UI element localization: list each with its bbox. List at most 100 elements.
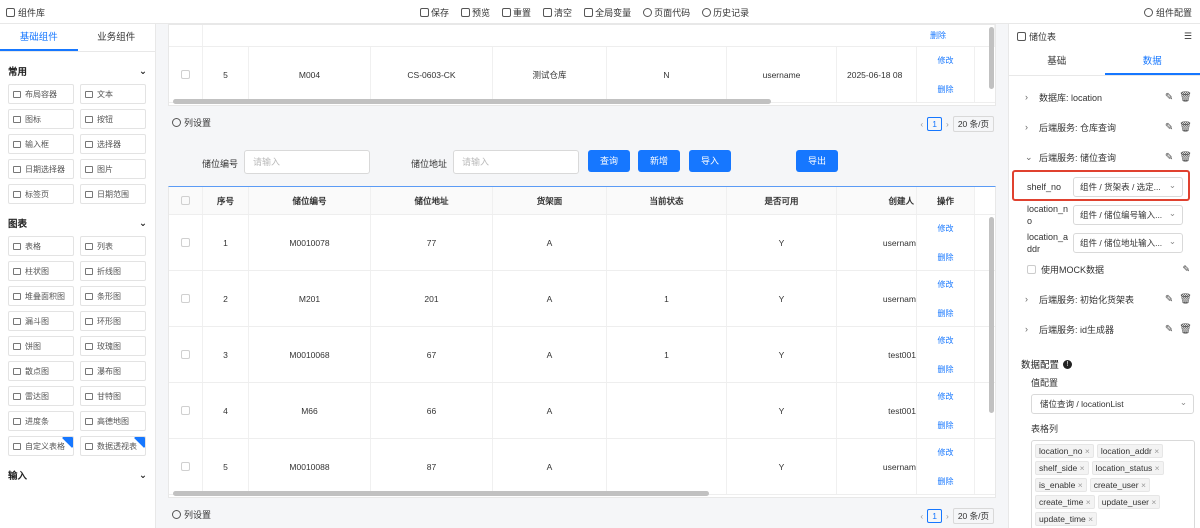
component-item[interactable]: 布局容器 bbox=[8, 84, 74, 104]
column-tag[interactable]: is_enable bbox=[1035, 478, 1087, 492]
component-item[interactable]: 数据透视表 bbox=[80, 436, 146, 456]
column-tags[interactable]: location_nolocation_addr shelf_sidelocati… bbox=[1031, 440, 1195, 528]
location-code-input[interactable]: 请输入 bbox=[244, 150, 370, 174]
row-checkbox[interactable] bbox=[181, 406, 190, 415]
preview-button[interactable]: 预览 bbox=[461, 6, 490, 19]
component-item[interactable]: 条形图 bbox=[80, 286, 146, 306]
edit-link[interactable]: 修改 bbox=[938, 279, 954, 290]
edit-icon[interactable]: ✎ bbox=[1165, 324, 1173, 335]
component-item[interactable]: 输入框 bbox=[8, 134, 74, 154]
page-code-button[interactable]: 页面代码 bbox=[643, 6, 690, 19]
column-settings-button[interactable]: 列设置 bbox=[172, 508, 211, 521]
location-addr-input[interactable]: 请输入 bbox=[453, 150, 579, 174]
datasource-item[interactable]: › 数据库: location ✎ 🗑 bbox=[1009, 82, 1200, 112]
edit-icon[interactable]: ✎ bbox=[1165, 152, 1173, 163]
import-button[interactable]: 导入 bbox=[689, 150, 731, 172]
page-number[interactable]: 1 bbox=[927, 509, 942, 523]
save-button[interactable]: 保存 bbox=[420, 6, 449, 19]
delete-link[interactable]: 删除 bbox=[938, 308, 954, 319]
component-item[interactable]: 列表 bbox=[80, 236, 146, 256]
component-item[interactable]: 图片 bbox=[80, 159, 146, 179]
delete-icon[interactable]: 🗑 bbox=[1179, 92, 1192, 103]
row-checkbox[interactable] bbox=[181, 350, 190, 359]
datasource-item[interactable]: › 后端服务: 初始化货架表 ✎ 🗑 bbox=[1009, 284, 1200, 314]
column-tag[interactable]: shelf_side bbox=[1035, 461, 1089, 475]
column-settings-button[interactable]: 列设置 bbox=[172, 116, 211, 129]
column-tag[interactable]: location_addr bbox=[1096, 444, 1164, 458]
collapse-icon[interactable]: ☰ bbox=[1184, 31, 1192, 42]
delete-link[interactable]: 删除 bbox=[938, 84, 954, 95]
column-tag[interactable]: location_status bbox=[1091, 461, 1164, 475]
column-tag[interactable]: location_no bbox=[1035, 444, 1094, 458]
vertical-scrollbar[interactable] bbox=[989, 217, 994, 413]
param-select[interactable]: 组件 / 储位地址输入... bbox=[1073, 233, 1183, 253]
mock-checkbox[interactable] bbox=[1027, 264, 1036, 274]
prev-page-icon[interactable]: ‹ bbox=[920, 511, 923, 521]
delete-link[interactable]: 删除 bbox=[203, 25, 995, 46]
edit-icon[interactable]: ✎ bbox=[1165, 122, 1173, 133]
tab-basic-components[interactable]: 基础组件 bbox=[0, 24, 78, 51]
delete-icon[interactable]: 🗑 bbox=[1179, 324, 1192, 335]
select-all-checkbox[interactable] bbox=[181, 196, 190, 205]
add-button[interactable]: 新增 bbox=[638, 150, 680, 172]
component-item[interactable]: 折线图 bbox=[80, 261, 146, 281]
page-size-select[interactable]: 20 条/页 bbox=[952, 508, 994, 524]
delete-link[interactable]: 删除 bbox=[938, 364, 954, 375]
row-checkbox[interactable] bbox=[181, 294, 190, 303]
column-tag[interactable]: update_user bbox=[1097, 495, 1161, 509]
column-tag[interactable]: create_user bbox=[1089, 478, 1150, 492]
delete-link[interactable]: 删除 bbox=[938, 420, 954, 431]
delete-icon[interactable]: 🗑 bbox=[1179, 294, 1192, 305]
edit-link[interactable]: 修改 bbox=[938, 223, 954, 234]
clear-button[interactable]: 清空 bbox=[543, 6, 572, 19]
column-tag[interactable]: update_time bbox=[1035, 512, 1098, 526]
group-header[interactable]: 常用 ⌄ bbox=[8, 58, 147, 84]
delete-link[interactable]: 删除 bbox=[938, 476, 954, 487]
datasource-item[interactable]: › 后端服务: id生成器 ✎ 🗑 bbox=[1009, 314, 1200, 344]
edit-icon[interactable]: ✎ bbox=[1165, 294, 1173, 305]
component-item[interactable]: 甘特图 bbox=[80, 386, 146, 406]
row-checkbox[interactable] bbox=[181, 70, 190, 79]
component-item[interactable]: 自定义表格 bbox=[8, 436, 74, 456]
query-button[interactable]: 查询 bbox=[588, 150, 630, 172]
edit-link[interactable]: 修改 bbox=[938, 335, 954, 346]
row-checkbox[interactable] bbox=[181, 238, 190, 247]
info-icon[interactable]: ! bbox=[1063, 359, 1073, 369]
component-item[interactable]: 日期范围 bbox=[80, 184, 146, 204]
edit-link[interactable]: 修改 bbox=[938, 55, 954, 66]
component-item[interactable]: 按钮 bbox=[80, 109, 146, 129]
delete-icon[interactable]: 🗑 bbox=[1179, 122, 1192, 133]
group-header[interactable]: 图表 ⌄ bbox=[8, 210, 147, 236]
component-item[interactable]: 瀑布图 bbox=[80, 361, 146, 381]
component-item[interactable]: 文本 bbox=[80, 84, 146, 104]
component-item[interactable]: 雷达图 bbox=[8, 386, 74, 406]
delete-icon[interactable]: 🗑 bbox=[1179, 152, 1192, 163]
next-page-icon[interactable]: › bbox=[946, 511, 949, 521]
component-item[interactable]: 标签页 bbox=[8, 184, 74, 204]
datasource-item[interactable]: ⌄ 后端服务: 储位查询 ✎ 🗑 bbox=[1009, 142, 1200, 172]
vertical-scrollbar[interactable] bbox=[989, 27, 994, 89]
global-vars-button[interactable]: 全局变量 bbox=[584, 6, 631, 19]
component-item[interactable]: 表格 bbox=[8, 236, 74, 256]
component-item[interactable]: 日期选择器 bbox=[8, 159, 74, 179]
group-header[interactable]: 输入 ⌄ bbox=[8, 462, 147, 488]
edit-link[interactable]: 修改 bbox=[938, 447, 954, 458]
component-item[interactable]: 堆叠面积图 bbox=[8, 286, 74, 306]
component-item[interactable]: 柱状图 bbox=[8, 261, 74, 281]
export-button[interactable]: 导出 bbox=[796, 150, 838, 172]
component-item[interactable]: 漏斗图 bbox=[8, 311, 74, 331]
component-item[interactable]: 玫瑰图 bbox=[80, 336, 146, 356]
page-size-select[interactable]: 20 条/页 bbox=[952, 116, 994, 132]
datasource-item[interactable]: › 后端服务: 仓库查询 ✎ 🗑 bbox=[1009, 112, 1200, 142]
value-select[interactable]: 储位查询 / locationList bbox=[1031, 393, 1194, 414]
horizontal-scrollbar[interactable] bbox=[173, 99, 771, 104]
mock-toggle[interactable]: 使用MOCK数据 ✎ bbox=[1009, 258, 1200, 280]
next-page-icon[interactable]: › bbox=[946, 119, 949, 129]
component-item[interactable]: 图标 bbox=[8, 109, 74, 129]
component-config-button[interactable]: 组件配置 bbox=[1143, 6, 1192, 19]
edit-link[interactable]: 修改 bbox=[938, 391, 954, 402]
edit-icon[interactable]: ✎ bbox=[1165, 92, 1173, 103]
history-button[interactable]: 历史记录 bbox=[702, 6, 749, 19]
component-item[interactable]: 进度条 bbox=[8, 411, 74, 431]
tab-business-components[interactable]: 业务组件 bbox=[78, 24, 156, 51]
